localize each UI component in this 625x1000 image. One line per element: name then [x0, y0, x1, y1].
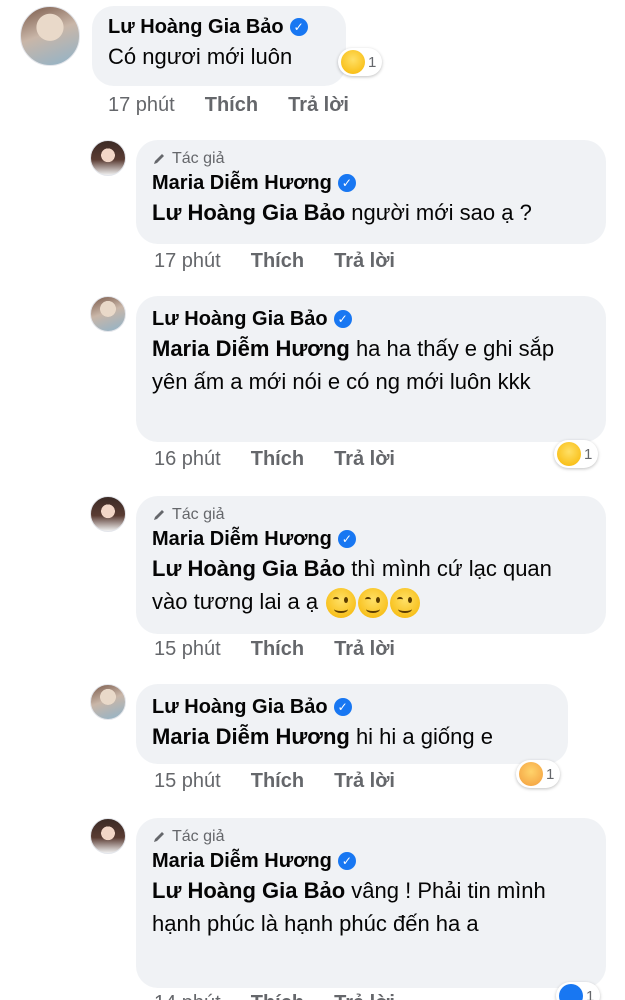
pencil-icon [154, 832, 164, 842]
reply-button[interactable]: Trả lời [334, 638, 395, 661]
comment-2: Tác giả Maria Diễm Hương ✓ Lư Hoàng Gia … [0, 138, 625, 288]
like-button[interactable]: Thích [251, 250, 304, 273]
like-button[interactable]: Thích [251, 770, 304, 793]
reaction-badge[interactable]: 1 [516, 760, 561, 788]
comment-1: Lư Hoàng Gia Bảo ✓ Có ngươi mới luôn 1 1… [0, 0, 625, 130]
timestamp[interactable]: 15 phút [154, 770, 221, 793]
comment-actions: 14 phút Thích Trả lời [154, 992, 395, 1000]
verified-badge-icon: ✓ [333, 698, 352, 716]
timestamp[interactable]: 15 phút [154, 638, 221, 661]
reply-button[interactable]: Trả lời [334, 250, 395, 273]
mention-link[interactable]: Lư Hoàng Gia Bảo [152, 556, 345, 581]
comment-bubble: Lư Hoàng Gia Bảo ✓ Maria Diễm Hương hi h… [136, 684, 568, 764]
avatar[interactable] [20, 6, 80, 66]
comment-text: Có ngươi mới luôn [108, 44, 293, 69]
comment-actions: 15 phút Thích Trả lời [154, 770, 395, 793]
comment-4: Tác giả Maria Diễm Hương ✓ Lư Hoàng Gia … [0, 494, 625, 674]
love-kiss-icon [519, 762, 543, 786]
author-name[interactable]: Maria Diễm Hương [152, 526, 332, 552]
author-name[interactable]: Lư Hoàng Gia Bảo [108, 14, 284, 40]
wink-emoji-icon [326, 588, 357, 619]
like-button[interactable]: Thích [251, 448, 304, 471]
verified-badge-icon: ✓ [337, 852, 356, 870]
reply-button[interactable]: Trả lời [334, 448, 395, 471]
comment-bubble: Tác giả Maria Diễm Hương ✓ Lư Hoàng Gia … [136, 140, 606, 244]
haha-icon [557, 442, 581, 466]
avatar[interactable] [90, 496, 126, 532]
comment-bubble: Lư Hoàng Gia Bảo ✓ Maria Diễm Hương ha h… [136, 296, 606, 442]
verified-badge-icon: ✓ [333, 310, 352, 328]
comment-5: Lư Hoàng Gia Bảo ✓ Maria Diễm Hương hi h… [0, 682, 625, 812]
author-name[interactable]: Maria Diễm Hương [152, 848, 332, 874]
comment-actions: 15 phút Thích Trả lời [154, 638, 395, 661]
like-icon [559, 984, 583, 1000]
comment-actions: 16 phút Thích Trả lời [154, 448, 395, 471]
author-tag: Tác giả [152, 828, 590, 846]
verified-badge-icon: ✓ [289, 18, 308, 36]
reply-button[interactable]: Trả lời [334, 992, 395, 1000]
comment-bubble: Lư Hoàng Gia Bảo ✓ Có ngươi mới luôn [92, 6, 346, 86]
author-name[interactable]: Maria Diễm Hương [152, 170, 332, 196]
reaction-count: 1 [368, 53, 377, 71]
comment-text: Lư Hoàng Gia Bảo thì mình cứ lạc quan và… [152, 552, 590, 619]
comment-6: Tác giả Maria Diễm Hương ✓ Lư Hoàng Gia … [0, 816, 625, 1000]
comment-bubble: Tác giả Maria Diễm Hương ✓ Lư Hoàng Gia … [136, 818, 606, 988]
mention-link[interactable]: Maria Diễm Hương [152, 724, 350, 749]
verified-badge-icon: ✓ [337, 530, 356, 548]
comment-3: Lư Hoàng Gia Bảo ✓ Maria Diễm Hương ha h… [0, 294, 625, 484]
reaction-count: 1 [546, 765, 555, 783]
mention-link[interactable]: Lư Hoàng Gia Bảo [152, 200, 345, 225]
comment-text: Lư Hoàng Gia Bảo người mới sao ạ ? [152, 200, 532, 225]
like-button[interactable]: Thích [251, 992, 304, 1000]
comment-text: Maria Diễm Hương hi hi a giống e [152, 724, 493, 749]
timestamp[interactable]: 14 phút [154, 992, 221, 1000]
comment-actions: 17 phút Thích Trả lời [108, 94, 349, 117]
mention-link[interactable]: Lư Hoàng Gia Bảo [152, 878, 345, 903]
author-name[interactable]: Lư Hoàng Gia Bảo [152, 694, 328, 720]
verified-badge-icon: ✓ [337, 174, 356, 192]
reply-button[interactable]: Trả lời [334, 770, 395, 793]
comment-text: Lư Hoàng Gia Bảo vâng ! Phải tin mình hạ… [152, 878, 546, 936]
reaction-badge[interactable]: 1 [554, 440, 599, 468]
author-tag: Tác giả [152, 506, 590, 524]
wow-icon [341, 50, 365, 74]
reaction-count: 1 [586, 987, 595, 1000]
reply-button[interactable]: Trả lời [288, 94, 349, 117]
avatar[interactable] [90, 140, 126, 176]
avatar[interactable] [90, 684, 126, 720]
timestamp[interactable]: 16 phút [154, 448, 221, 471]
mention-link[interactable]: Maria Diễm Hương [152, 336, 350, 361]
timestamp[interactable]: 17 phút [108, 94, 175, 117]
author-tag: Tác giả [152, 150, 590, 168]
reaction-badge[interactable]: 1 [556, 982, 601, 1000]
avatar[interactable] [90, 296, 126, 332]
reaction-count: 1 [584, 445, 593, 463]
comment-actions: 17 phút Thích Trả lời [154, 250, 395, 273]
like-button[interactable]: Thích [251, 638, 304, 661]
avatar[interactable] [90, 818, 126, 854]
like-button[interactable]: Thích [205, 94, 258, 117]
pencil-icon [154, 154, 164, 164]
wink-emoji-icon [358, 588, 389, 619]
timestamp[interactable]: 17 phút [154, 250, 221, 273]
author-name[interactable]: Lư Hoàng Gia Bảo [152, 306, 328, 332]
comment-text: Maria Diễm Hương ha ha thấy e ghi sắp yê… [152, 336, 555, 394]
wink-emoji-icon [390, 588, 421, 619]
comment-bubble: Tác giả Maria Diễm Hương ✓ Lư Hoàng Gia … [136, 496, 606, 634]
pencil-icon [154, 510, 164, 520]
reaction-badge[interactable]: 1 [338, 48, 383, 76]
